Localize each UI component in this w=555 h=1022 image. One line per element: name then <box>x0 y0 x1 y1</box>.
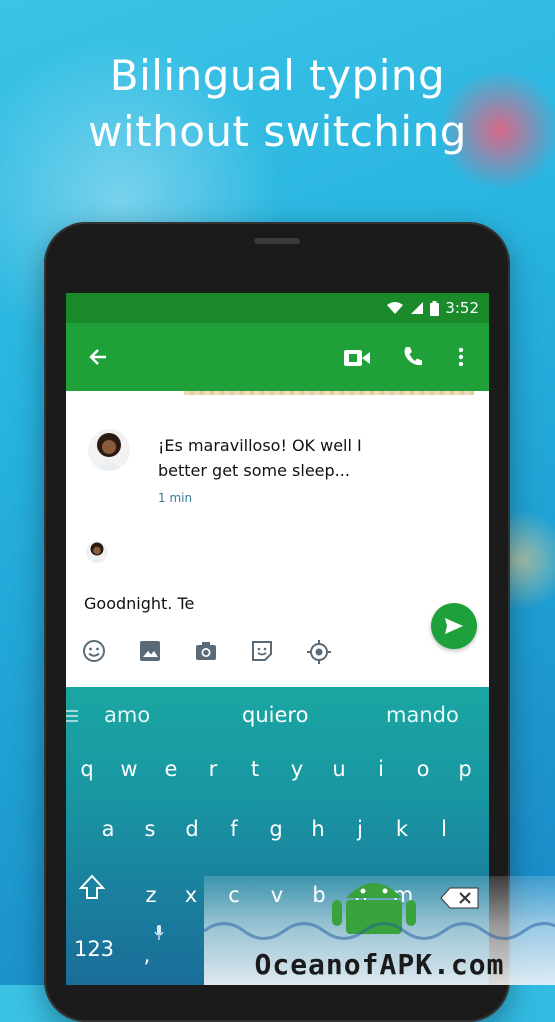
message-timestamp: 1 min <box>158 491 193 505</box>
keyboard-menu-icon[interactable] <box>66 709 78 723</box>
key-comma[interactable]: , <box>132 943 162 967</box>
headline: Bilingual typing without switching <box>0 48 555 160</box>
key-l[interactable]: l <box>429 817 459 841</box>
mic-icon[interactable] <box>154 925 164 941</box>
avatar[interactable] <box>88 429 130 471</box>
key-i[interactable]: i <box>366 757 396 781</box>
key-g[interactable]: g <box>261 817 291 841</box>
shift-icon[interactable] <box>78 873 106 901</box>
key-o[interactable]: o <box>408 757 438 781</box>
key-f[interactable]: f <box>219 817 249 841</box>
wave-pattern <box>204 922 555 940</box>
key-u[interactable]: u <box>324 757 354 781</box>
backspace-icon[interactable] <box>440 886 480 910</box>
message-line-2: better get some sleep... <box>158 461 350 480</box>
key-w[interactable]: w <box>114 757 144 781</box>
key-k[interactable]: k <box>387 817 417 841</box>
key-e[interactable]: e <box>156 757 186 781</box>
key-s[interactable]: s <box>135 817 165 841</box>
send-button[interactable] <box>431 603 477 649</box>
suggestion-center[interactable]: quiero <box>242 703 308 727</box>
message-text: ¡Es maravilloso! OK well I better get so… <box>158 433 388 483</box>
key-y[interactable]: y <box>282 757 312 781</box>
key-r[interactable]: r <box>198 757 228 781</box>
more-vert-icon[interactable] <box>458 347 464 367</box>
key-a[interactable]: a <box>93 817 123 841</box>
status-time: 3:52 <box>445 299 479 317</box>
key-z[interactable]: z <box>136 883 166 907</box>
headline-line-1: Bilingual typing <box>109 51 446 100</box>
watermark-text: OceanofAPK.com <box>254 948 505 981</box>
image-icon[interactable] <box>138 639 162 663</box>
app-bar <box>66 323 489 391</box>
key-t[interactable]: t <box>240 757 270 781</box>
key-h[interactable]: h <box>303 817 333 841</box>
avatar-small[interactable] <box>86 541 108 563</box>
headline-line-2: without switching <box>88 107 467 156</box>
key-x[interactable]: x <box>176 883 206 907</box>
status-bar: 3:52 <box>66 293 489 323</box>
emoji-icon[interactable] <box>82 639 106 663</box>
suggestion-left[interactable]: amo <box>104 703 150 727</box>
signal-icon <box>411 302 424 314</box>
key-d[interactable]: d <box>177 817 207 841</box>
wifi-icon <box>387 302 404 314</box>
image-preview-strip <box>184 391 474 395</box>
send-icon <box>445 618 463 634</box>
camera-icon[interactable] <box>194 639 218 663</box>
chat-area: ¡Es maravilloso! OK well I better get so… <box>66 391 489 627</box>
video-call-icon[interactable] <box>344 350 370 366</box>
compose-toolbar <box>66 603 489 687</box>
phone-icon[interactable] <box>402 345 424 367</box>
compose-input[interactable]: Goodnight. Te <box>84 594 194 613</box>
sticker-icon[interactable] <box>250 639 274 663</box>
back-arrow-icon[interactable] <box>88 347 108 367</box>
key-p[interactable]: p <box>450 757 480 781</box>
message-line-1: ¡Es maravilloso! OK well I <box>158 436 362 455</box>
location-icon[interactable] <box>306 639 332 665</box>
suggestion-right[interactable]: mando <box>386 703 459 727</box>
key-j[interactable]: j <box>345 817 375 841</box>
key-q[interactable]: q <box>72 757 102 781</box>
phone-speaker <box>254 238 300 244</box>
key-numbers[interactable]: 123 <box>70 937 118 961</box>
battery-icon <box>430 300 440 316</box>
